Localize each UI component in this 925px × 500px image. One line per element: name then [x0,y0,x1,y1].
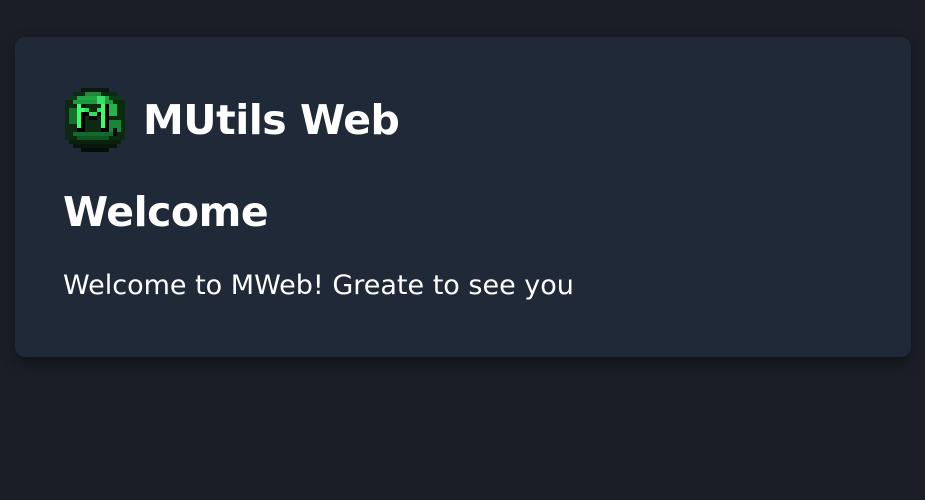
welcome-card: MUtils Web Welcome Welcome to MWeb! Grea… [15,37,911,357]
welcome-message: Welcome to MWeb! Greate to see you [63,270,574,301]
welcome-heading: Welcome [63,188,269,236]
page: MUtils Web Welcome Welcome to MWeb! Grea… [0,0,925,500]
mutils-pixel-logo-icon [65,88,125,152]
site-title: MUtils Web [143,95,400,144]
site-header: MUtils Web [65,88,400,152]
